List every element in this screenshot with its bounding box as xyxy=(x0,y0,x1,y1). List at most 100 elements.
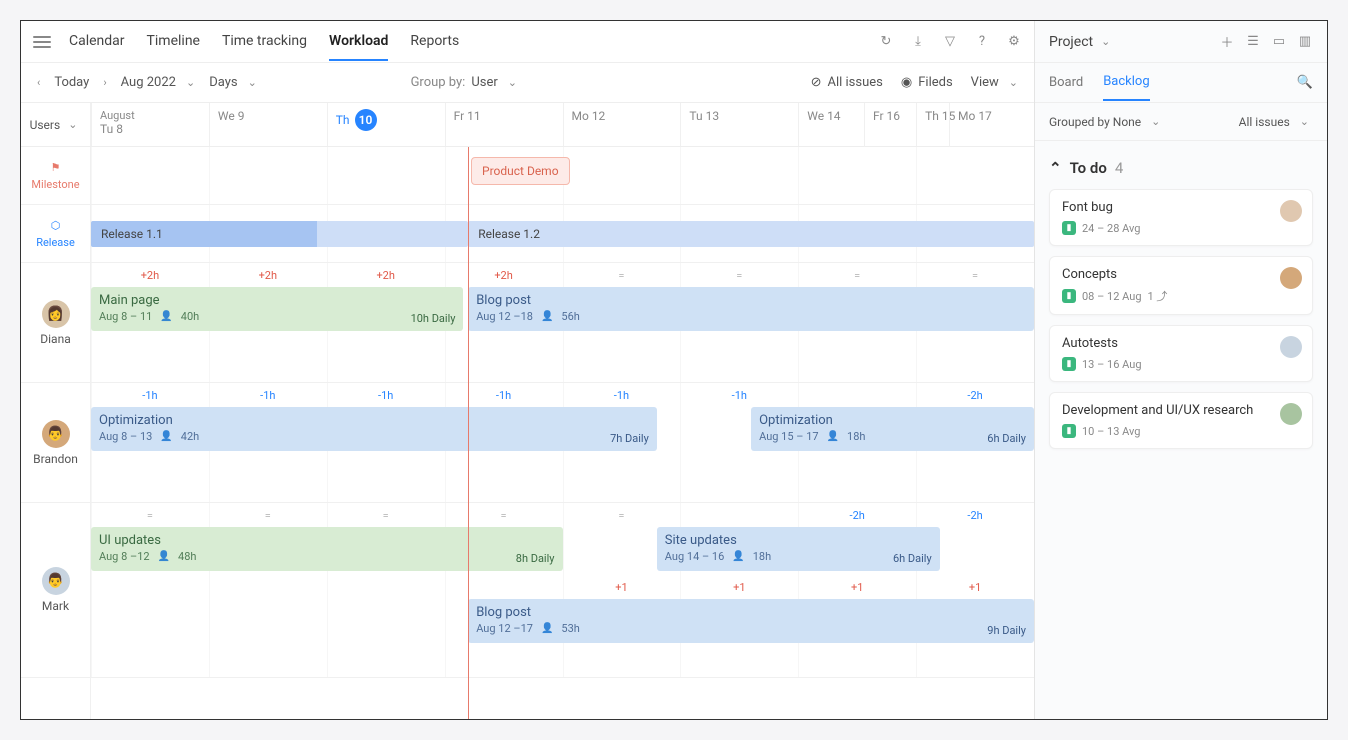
grouped-by-picker[interactable]: Grouped by None⌄ xyxy=(1049,115,1164,129)
side-allissues-picker[interactable]: All issues⌄ xyxy=(1239,115,1313,129)
users-column-header[interactable]: Users⌄ xyxy=(21,103,91,146)
milestone-product-demo[interactable]: Product Demo xyxy=(471,157,570,185)
group-count: 4 xyxy=(1115,159,1123,177)
card-title: Development and UI/UX research xyxy=(1062,403,1300,418)
person-icon: 👤 xyxy=(160,311,172,322)
row-diana: +2h+2h+2h+2h==== Main page Aug 8 – 11👤40… xyxy=(91,263,1034,383)
task-blog-post-2[interactable]: Blog post Aug 12 –17👤53h 9h Daily xyxy=(468,599,1034,643)
prev-icon[interactable]: ‹ xyxy=(33,76,44,89)
archive-icon[interactable]: ▥ xyxy=(1297,34,1313,50)
release-bar-2[interactable]: Release 1.2 xyxy=(468,221,1034,247)
avatar: 👨 xyxy=(42,420,70,448)
help-icon[interactable]: ? xyxy=(974,34,990,50)
side-tab-board[interactable]: Board xyxy=(1049,65,1083,100)
row-brandon: -1h-1h-1h-1h-1h-1h-2h Optimization Aug 8… xyxy=(91,383,1034,503)
side-tabs: Board Backlog 🔍 xyxy=(1035,63,1327,103)
tab-calendar[interactable]: Calendar xyxy=(69,23,125,61)
chevron-down-icon: ⌄ xyxy=(244,76,261,89)
task-site-updates[interactable]: Site updates Aug 14 – 16👤18h 6h Daily xyxy=(657,527,940,571)
side-filters: Grouped by None⌄ All issues⌄ xyxy=(1035,103,1327,141)
menu-icon[interactable] xyxy=(33,36,51,48)
filter-right: ⊘ All issues ◉Fileds View⌄ xyxy=(811,75,1022,90)
tab-timetracking[interactable]: Time tracking xyxy=(222,23,307,61)
bookmark-icon: ▮ xyxy=(1062,289,1076,303)
gear-icon[interactable]: ⚙ xyxy=(1006,34,1022,50)
group-head-todo[interactable]: ⌃ To do 4 xyxy=(1049,151,1313,189)
chevron-down-icon: ⌄ xyxy=(1097,35,1114,48)
day-col-2: Th 10 xyxy=(327,103,445,146)
project-picker[interactable]: Project⌄ xyxy=(1049,34,1114,50)
person-icon: 👤 xyxy=(732,551,744,562)
today-badge: 10 xyxy=(355,109,377,131)
month-label: Aug 2022 xyxy=(121,75,176,90)
side-top: Project⌄ ＋ ☰ ▭ ▥ xyxy=(1035,21,1327,63)
groupby-label: Group by: xyxy=(411,75,466,90)
hours-brandon: -1h-1h-1h-1h-1h-1h-2h xyxy=(91,389,1034,402)
filter-icon[interactable]: ▽ xyxy=(942,34,958,50)
card-development[interactable]: Development and UI/UX research ▮10 – 13 … xyxy=(1049,392,1313,449)
release-row: Release 1.1 Release 1.2 xyxy=(91,205,1034,263)
grid-body: ⚑Milestone ⬡Release 👩Diana 👨Brandon 👨Mar… xyxy=(21,147,1034,719)
day-col-3: Fr 11 xyxy=(445,103,563,146)
card-font-bug[interactable]: Font bug ▮24 – 28 Avg xyxy=(1049,189,1313,246)
next-icon[interactable]: › xyxy=(99,76,110,89)
search-icon[interactable]: 🔍 xyxy=(1297,75,1313,91)
task-blog-post[interactable]: Blog post Aug 12 –18👤56h xyxy=(468,287,1034,331)
milestone-row-label: ⚑Milestone xyxy=(21,147,90,205)
filter-bar: ‹ Today › Aug 2022 ⌄ Days⌄ Group by: User… xyxy=(21,63,1034,103)
person-icon: 👤 xyxy=(160,431,172,442)
view-label: View xyxy=(971,75,999,90)
month-picker[interactable]: Aug 2022 ⌄ xyxy=(121,75,200,90)
users-label: Users xyxy=(30,118,61,132)
tab-workload[interactable]: Workload xyxy=(329,23,388,61)
fields-toggle[interactable]: ◉Fileds xyxy=(901,75,953,90)
download-icon[interactable]: ⤓ xyxy=(910,34,926,50)
release-row-label: ⬡Release xyxy=(21,205,90,263)
release-bar-1[interactable]: Release 1.1 xyxy=(91,221,468,247)
card-meta: ▮13 – 16 Aug xyxy=(1062,357,1300,371)
card-meta: ▮08 – 12 Aug 1 ⤴ xyxy=(1062,288,1300,304)
side-body: ⌃ To do 4 Font bug ▮24 – 28 Avg Concepts… xyxy=(1035,141,1327,719)
main-panel: Calendar Timeline Time tracking Workload… xyxy=(21,21,1035,719)
day-col-1: We 9 xyxy=(209,103,327,146)
all-issues-toggle[interactable]: ⊘ All issues xyxy=(811,75,883,90)
card-autotests[interactable]: Autotests ▮13 – 16 Aug xyxy=(1049,325,1313,382)
workload-grid: Users⌄ AugustTu 8 We 9 Th 10 Fr 11 Mo 12… xyxy=(21,103,1034,719)
day-col-0: AugustTu 8 xyxy=(91,103,209,146)
all-issues-label: All issues xyxy=(827,75,882,90)
groupby-value: User xyxy=(471,75,497,90)
task-main-page[interactable]: Main page Aug 8 – 11👤40h 10h Daily xyxy=(91,287,463,331)
toolbar-icons: ↻ ⤓ ▽ ? ⚙ xyxy=(878,34,1022,50)
add-icon[interactable]: ＋ xyxy=(1219,34,1235,50)
nav-tabs: Calendar Timeline Time tracking Workload… xyxy=(69,23,459,61)
today-button[interactable]: Today xyxy=(54,75,89,90)
avatar: 👨 xyxy=(42,567,70,595)
groupby-picker[interactable]: Group by: User ⌄ xyxy=(411,75,521,90)
hours-mark-2: +1+1+1+1 xyxy=(91,581,1034,594)
card-title: Concepts xyxy=(1062,267,1300,282)
hours-mark-1: =====-2h-2h xyxy=(91,509,1034,522)
side-tab-backlog[interactable]: Backlog xyxy=(1103,64,1149,101)
task-optimization-2[interactable]: Optimization Aug 15 – 17👤18h 6h Daily xyxy=(751,407,1034,451)
unit-picker[interactable]: Days⌄ xyxy=(209,75,261,90)
card-meta: ▮10 – 13 Avg xyxy=(1062,424,1300,438)
refresh-icon[interactable]: ↻ xyxy=(878,34,894,50)
day-col-7: Th 15 xyxy=(916,103,1034,146)
chevron-down-icon: ⌄ xyxy=(1147,115,1164,128)
chevron-down-icon: ⌄ xyxy=(182,76,199,89)
card-title: Autotests xyxy=(1062,336,1300,351)
layout-icon[interactable]: ▭ xyxy=(1271,34,1287,50)
check-icon: ⊘ xyxy=(811,75,822,90)
task-ui-updates[interactable]: UI updates Aug 8 –12👤48h 8h Daily xyxy=(91,527,563,571)
chevron-down-icon: ⌄ xyxy=(1296,115,1313,128)
list-icon[interactable]: ☰ xyxy=(1245,34,1261,50)
tab-timeline[interactable]: Timeline xyxy=(147,23,200,61)
day-col-4: Mo 12 xyxy=(563,103,681,146)
card-meta: ▮24 – 28 Avg xyxy=(1062,221,1300,235)
tab-reports[interactable]: Reports xyxy=(410,23,459,61)
milestone-row: Product Demo xyxy=(91,147,1034,205)
view-picker[interactable]: View⌄ xyxy=(971,75,1022,90)
task-optimization-1[interactable]: Optimization Aug 8 – 13👤42h 7h Daily xyxy=(91,407,657,451)
chevron-down-icon: ⌄ xyxy=(64,118,81,131)
card-concepts[interactable]: Concepts ▮08 – 12 Aug 1 ⤴ xyxy=(1049,256,1313,315)
